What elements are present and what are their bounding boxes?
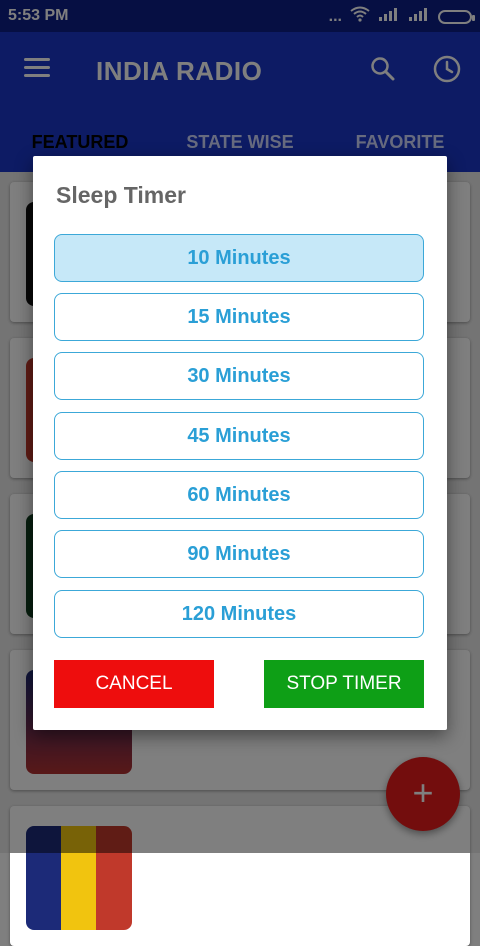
- dialog-title: Sleep Timer: [56, 182, 186, 208]
- cancel-button[interactable]: CANCEL: [54, 660, 214, 708]
- timer-option-45[interactable]: 45 Minutes: [54, 412, 424, 460]
- timer-option-60[interactable]: 60 Minutes: [54, 471, 424, 519]
- stop-timer-button[interactable]: STOP TIMER: [264, 660, 424, 708]
- timer-option-10[interactable]: 10 Minutes: [54, 234, 424, 282]
- timer-option-90[interactable]: 90 Minutes: [54, 530, 424, 578]
- timer-option-120[interactable]: 120 Minutes: [54, 590, 424, 638]
- sleep-timer-dialog: Sleep Timer 10 Minutes 15 Minutes 30 Min…: [33, 156, 447, 730]
- timer-option-30[interactable]: 30 Minutes: [54, 352, 424, 400]
- timer-option-15[interactable]: 15 Minutes: [54, 293, 424, 341]
